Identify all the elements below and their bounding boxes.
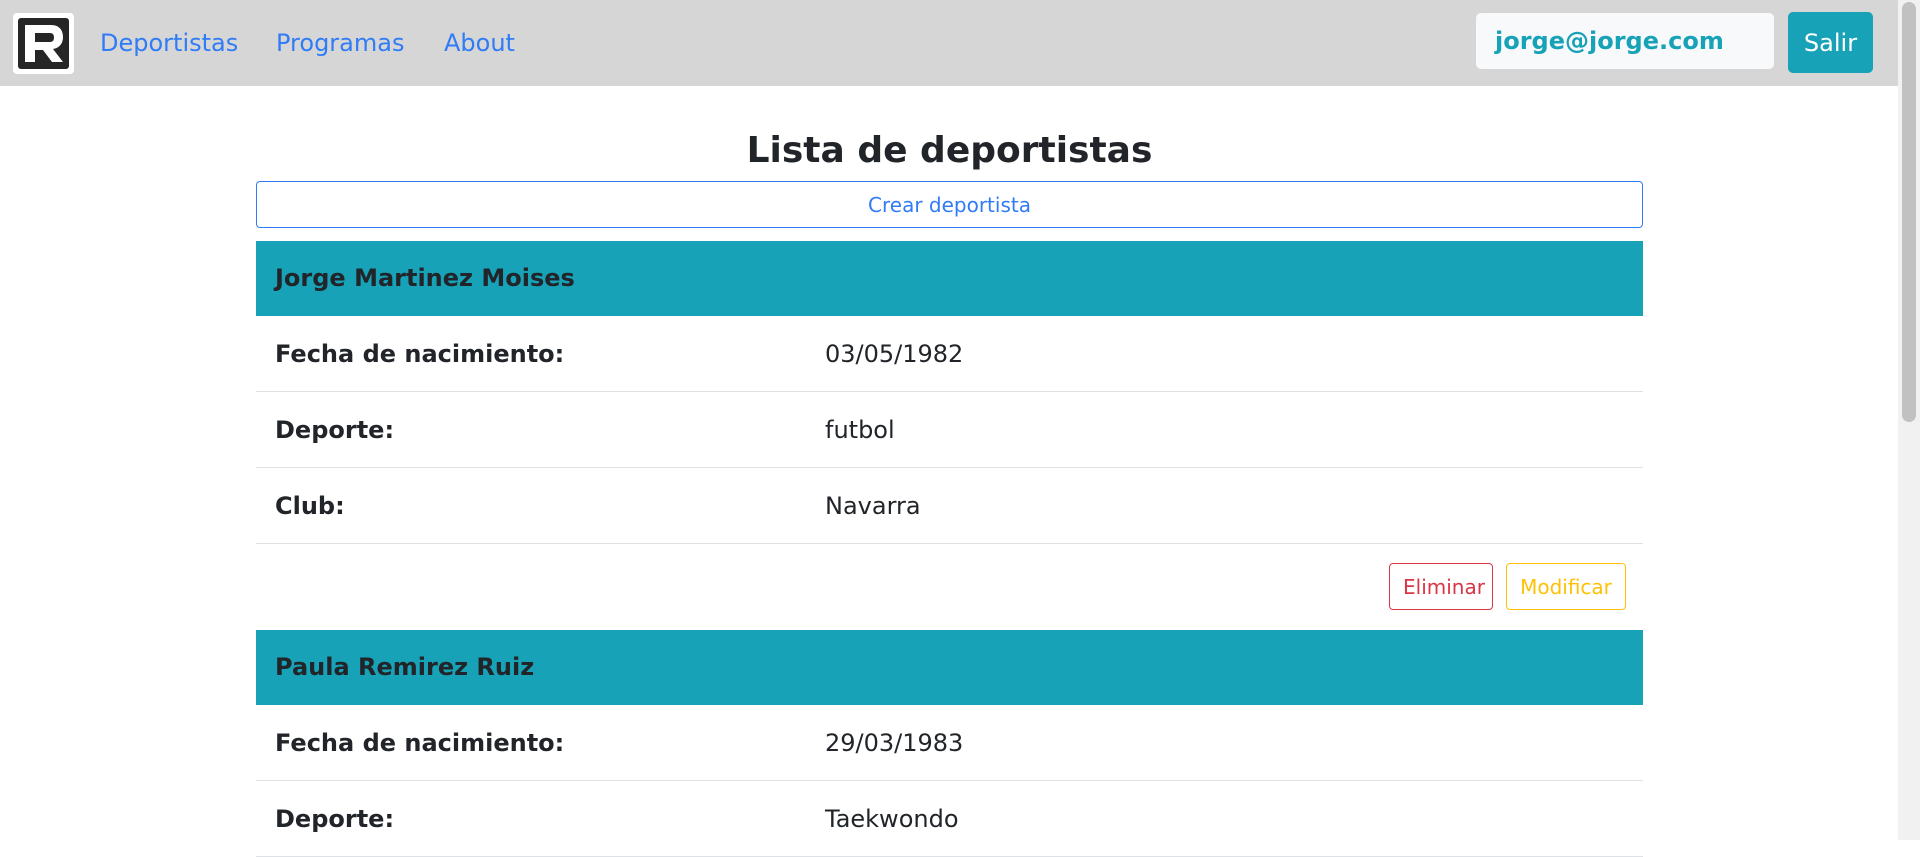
nav-link-about[interactable]: About [444, 0, 515, 86]
athlete-card: Jorge Martinez Moises Fecha de nacimient… [256, 241, 1643, 630]
athlete-name: Paula Remirez Ruiz [256, 630, 1643, 705]
birth-date-row: Fecha de nacimiento: 03/05/1982 [256, 316, 1643, 392]
logo-glyph [25, 25, 63, 62]
birth-date-value: 29/03/1983 [825, 729, 964, 757]
club-row: Club: Navarra [256, 468, 1643, 544]
main-content: Lista de deportistas Crear deportista Jo… [256, 86, 1643, 857]
birth-date-label: Fecha de nacimiento: [275, 729, 565, 757]
edit-button[interactable]: Modificar [1506, 563, 1626, 610]
page-title: Lista de deportistas [746, 130, 1153, 171]
sport-value: Taekwondo [825, 805, 959, 833]
sport-row: Deporte: futbol [256, 392, 1643, 468]
logout-button[interactable]: Salir [1788, 12, 1873, 73]
delete-button[interactable]: Eliminar [1389, 563, 1493, 610]
sport-value: futbol [825, 416, 895, 444]
scrollbar-thumb[interactable] [1902, 2, 1916, 422]
page-scrollbar[interactable] [1898, 0, 1920, 840]
club-value: Navarra [825, 492, 921, 520]
birth-date-value: 03/05/1982 [825, 340, 964, 368]
athlete-actions: Eliminar Modificar [256, 544, 1643, 630]
create-athlete-button[interactable]: Crear deportista [256, 181, 1643, 228]
birth-date-label: Fecha de nacimiento: [275, 340, 565, 368]
user-email-badge: jorge@jorge.com [1476, 13, 1774, 69]
athlete-name: Jorge Martinez Moises [256, 241, 1643, 316]
club-label: Club: [275, 492, 345, 520]
nav-link-programas[interactable]: Programas [276, 0, 404, 86]
r-logo-icon[interactable] [13, 13, 74, 74]
sport-row: Deporte: Taekwondo [256, 781, 1643, 857]
athlete-card: Paula Remirez Ruiz Fecha de nacimiento: … [256, 630, 1643, 857]
birth-date-row: Fecha de nacimiento: 29/03/1983 [256, 705, 1643, 781]
nav-link-deportistas[interactable]: Deportistas [100, 0, 238, 86]
sport-label: Deporte: [275, 805, 395, 833]
logo-mark [18, 18, 69, 69]
sport-label: Deporte: [275, 416, 395, 444]
top-navbar: Deportistas Programas About jorge@jorge.… [0, 0, 1898, 86]
